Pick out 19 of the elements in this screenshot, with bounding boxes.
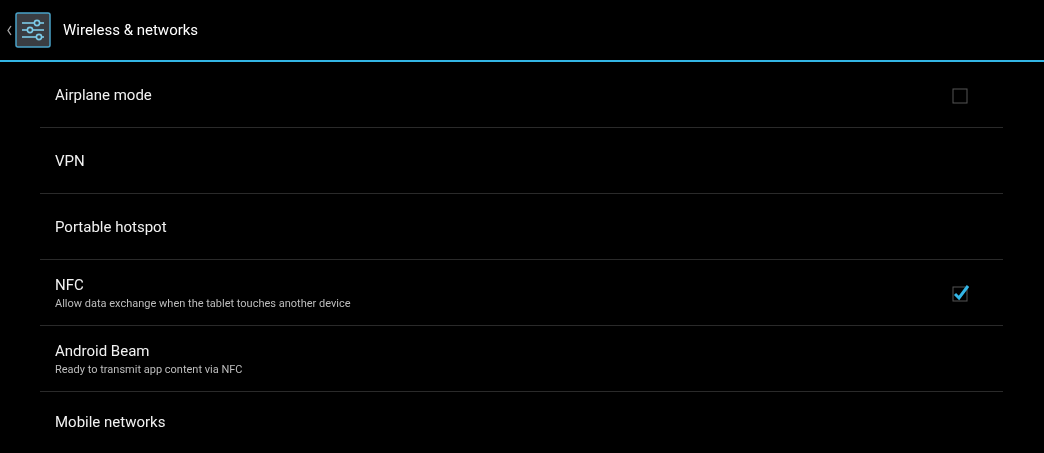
sliders-icon [15,12,51,48]
item-summary: Allow data exchange when the tablet touches another device [55,296,351,310]
back-icon [7,24,12,36]
item-title: Android Beam [55,341,150,360]
item-title: Airplane mode [55,85,152,104]
settings-item[interactable]: NFC Allow data exchange when the tablet touches another device [40,260,1003,326]
screen-title: Wireless & networks [63,21,199,39]
item-title: Portable hotspot [55,217,167,236]
checkbox[interactable] [951,283,969,302]
item-title: NFC [55,275,84,294]
item-title: VPN [55,151,85,170]
settings-item[interactable]: VPN [40,128,1003,194]
settings-item[interactable]: Portable hotspot [40,194,1003,260]
settings-item[interactable]: Android Beam Ready to transmit app content via NFC [40,326,1003,392]
settings-item[interactable]: Mobile networks [40,392,1003,452]
item-summary: Ready to transmit app content via NFC [55,362,243,376]
item-title: Mobile networks [55,413,166,431]
settings-item[interactable]: Airplane mode [40,62,1003,128]
checkbox[interactable] [951,85,969,104]
